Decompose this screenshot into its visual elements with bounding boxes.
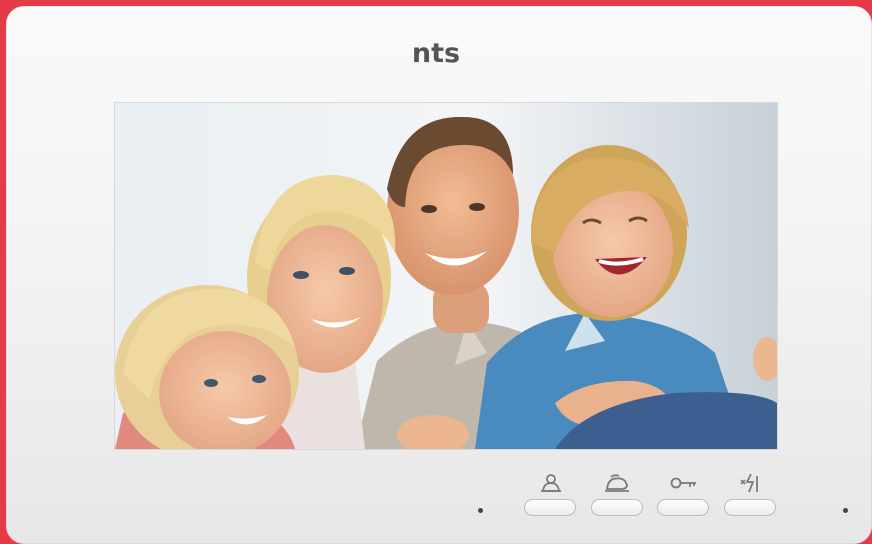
family-photo	[115, 103, 777, 449]
door-unlock-button[interactable]	[657, 499, 709, 516]
gate-light-icon	[730, 472, 770, 494]
monitor-camera-button[interactable]	[591, 499, 643, 516]
right-indicator-dot	[843, 508, 848, 513]
brand-logo: nts	[411, 38, 461, 69]
control-bar	[0, 470, 872, 530]
video-screen	[114, 102, 778, 450]
door-key-icon	[664, 472, 704, 494]
intercom-button[interactable]	[524, 499, 576, 516]
gate-light-button[interactable]	[724, 499, 776, 516]
left-indicator-dot	[478, 508, 483, 513]
monitor-camera-icon	[598, 472, 638, 494]
intercom-icon	[531, 472, 571, 494]
